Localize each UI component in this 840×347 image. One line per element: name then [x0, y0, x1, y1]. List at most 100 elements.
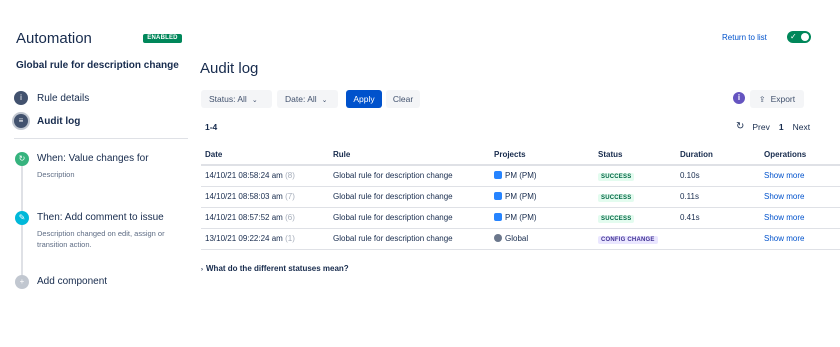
column-header-duration: Duration — [676, 145, 760, 166]
rule-enabled-toggle[interactable]: ✓ — [787, 31, 811, 43]
date-cell: 14/10/21 08:58:03 am (7) — [201, 186, 329, 208]
date-value: 13/10/21 09:22:24 am — [205, 234, 283, 243]
date-cell: 13/10/21 09:22:24 am (1) — [201, 228, 329, 250]
project-cell: PM (PM) — [490, 207, 594, 229]
table-row: 13/10/21 09:22:24 am (1) Global rule for… — [201, 228, 840, 250]
date-cell: 14/10/21 08:58:24 am (8) — [201, 165, 329, 187]
apply-button[interactable]: Apply — [346, 90, 382, 108]
status-help-expander[interactable]: › What do the different statuses mean? — [201, 264, 349, 273]
check-icon: ✓ — [790, 32, 797, 41]
export-icon: ⇪ — [758, 95, 766, 104]
column-header-projects: Projects — [490, 145, 594, 166]
execution-id: (7) — [285, 192, 295, 201]
date-filter-dropdown[interactable]: Date: All ⌄ — [277, 90, 338, 108]
status-cell: SUCCESS — [594, 186, 676, 208]
column-header-status: Status — [594, 145, 676, 166]
show-more-link[interactable]: Show more — [764, 192, 804, 201]
project-cell: PM (PM) — [490, 165, 594, 187]
show-more-link[interactable]: Show more — [764, 213, 804, 222]
refresh-icon[interactable]: ↻ — [736, 121, 744, 132]
sidebar-divider — [14, 138, 188, 139]
next-page-button[interactable]: Next — [793, 122, 810, 132]
status-cell: CONFIG CHANGE — [594, 228, 676, 250]
status-lozenge: CONFIG CHANGE — [598, 235, 658, 244]
export-button[interactable]: ⇪ Export — [750, 90, 804, 108]
duration-cell: 0.10s — [676, 165, 760, 187]
plus-icon: + — [15, 275, 29, 289]
project-name: PM (PM) — [505, 192, 537, 201]
chevron-down-icon: ⌄ — [251, 97, 258, 104]
nav-rule-details-label: Rule details — [37, 92, 90, 104]
execution-id: (8) — [285, 171, 295, 181]
rule-cell: Global rule for description change — [329, 228, 490, 250]
info-icon[interactable]: i — [733, 92, 745, 104]
list-icon: ≡ — [14, 114, 28, 128]
status-filter-dropdown[interactable]: Status: All ⌄ — [201, 90, 272, 108]
globe-icon — [494, 234, 502, 242]
operations-cell: Show more — [760, 165, 840, 187]
column-header-rule: Rule — [329, 145, 490, 166]
trigger-icon: ↻ — [15, 152, 29, 166]
app-title: Automation — [16, 30, 92, 47]
column-header-date: Date — [201, 145, 329, 166]
date-cell: 14/10/21 08:57:52 am (6) — [201, 207, 329, 229]
toggle-knob — [801, 33, 809, 41]
operations-cell: Show more — [760, 207, 840, 229]
results-range: 1-4 — [205, 122, 218, 132]
add-component-label: Add component — [37, 276, 108, 287]
trigger-step[interactable]: ↻ When: Value changes for Description — [15, 152, 197, 180]
info-icon: i — [14, 91, 28, 105]
status-lozenge: SUCCESS — [598, 193, 635, 202]
status-help-label: What do the different statuses mean? — [206, 264, 349, 273]
duration-cell: 0.41s — [676, 207, 760, 229]
status-lozenge: SUCCESS — [598, 172, 635, 181]
status-lozenge: SUCCESS — [598, 214, 635, 223]
table-header-row: Date Rule Projects Status Duration Opera… — [201, 145, 840, 166]
enabled-badge: ENABLED — [143, 34, 182, 43]
export-label: Export — [770, 94, 796, 104]
chevron-down-icon: ⌄ — [321, 97, 328, 104]
current-page: 1 — [778, 121, 784, 132]
status-cell: SUCCESS — [594, 207, 676, 229]
prev-page-button[interactable]: Prev — [752, 122, 769, 132]
project-name: PM (PM) — [505, 171, 537, 181]
trigger-desc: Description — [37, 170, 75, 179]
action-icon: ✎ — [15, 211, 29, 225]
chevron-right-icon: › — [201, 267, 203, 273]
table-row: 14/10/21 08:58:03 am (7) Global rule for… — [201, 186, 840, 208]
operations-cell: Show more — [760, 228, 840, 250]
rule-cell: Global rule for description change — [329, 207, 490, 229]
nav-audit-log[interactable]: ≡ Audit log — [14, 113, 80, 129]
pagination: ↻ Prev 1 Next — [736, 121, 810, 132]
table-row: 14/10/21 08:58:24 am (8) Global rule for… — [201, 165, 840, 187]
show-more-link[interactable]: Show more — [764, 171, 804, 180]
status-filter-label: Status: All — [209, 94, 247, 104]
status-cell: SUCCESS — [594, 165, 676, 187]
rule-name: Global rule for description change — [16, 60, 179, 71]
project-cell: PM (PM) — [490, 186, 594, 208]
project-cell: Global — [490, 228, 594, 250]
nav-audit-log-label: Audit log — [37, 115, 81, 127]
column-header-operations: Operations — [760, 145, 840, 166]
project-icon — [494, 192, 502, 200]
add-component-button[interactable]: + Add component — [15, 275, 107, 289]
operations-cell: Show more — [760, 186, 840, 208]
action-desc: Description changed on edit, assign or t… — [37, 229, 165, 249]
date-value: 14/10/21 08:58:24 am — [205, 171, 283, 181]
project-icon — [494, 213, 502, 221]
duration-cell: 0.11s — [676, 186, 760, 208]
show-more-link[interactable]: Show more — [764, 234, 804, 243]
action-title: Then: Add comment to issue — [37, 212, 164, 223]
execution-id: (1) — [285, 234, 295, 243]
clear-button[interactable]: Clear — [386, 90, 420, 108]
date-filter-label: Date: All — [285, 94, 317, 104]
nav-rule-details[interactable]: i Rule details — [14, 90, 89, 106]
date-value: 14/10/21 08:58:03 am — [205, 192, 283, 201]
rule-cell: Global rule for description change — [329, 186, 490, 208]
project-name: Global — [505, 234, 529, 243]
action-step[interactable]: ✎ Then: Add comment to issue Description… — [15, 211, 197, 250]
table-row: 14/10/21 08:57:52 am (6) Global rule for… — [201, 207, 840, 229]
duration-cell — [676, 228, 760, 250]
return-to-list-link[interactable]: Return to list — [722, 33, 767, 42]
audit-log-table: Date Rule Projects Status Duration Opera… — [201, 145, 840, 250]
